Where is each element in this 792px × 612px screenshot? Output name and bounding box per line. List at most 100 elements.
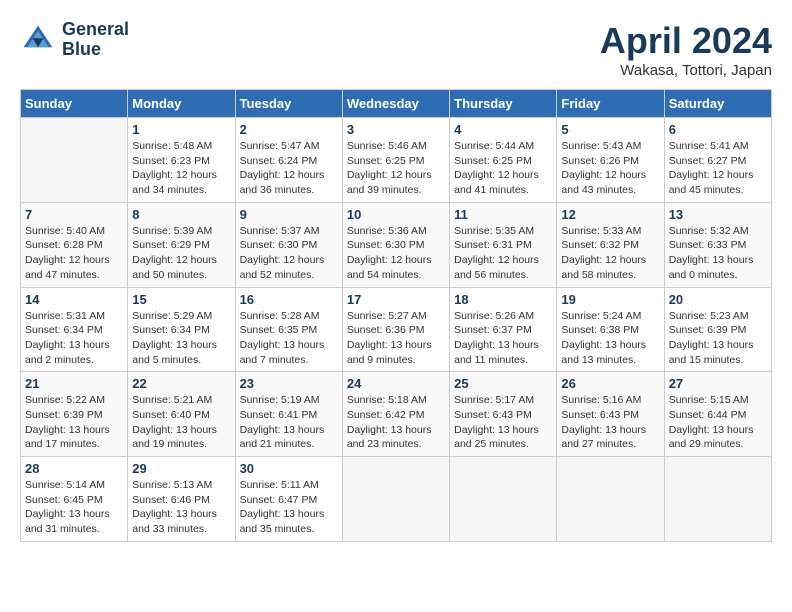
day-info: Sunrise: 5:33 AMSunset: 6:32 PMDaylight:… — [561, 224, 659, 283]
header: General Blue April 2024 Wakasa, Tottori,… — [20, 20, 772, 79]
day-info: Sunrise: 5:18 AMSunset: 6:42 PMDaylight:… — [347, 393, 445, 452]
day-info: Sunrise: 5:31 AMSunset: 6:34 PMDaylight:… — [25, 309, 123, 368]
day-number: 5 — [561, 122, 659, 137]
day-info: Sunrise: 5:41 AMSunset: 6:27 PMDaylight:… — [669, 139, 767, 198]
day-number: 9 — [240, 207, 338, 222]
calendar-cell: 16 Sunrise: 5:28 AMSunset: 6:35 PMDayligh… — [235, 287, 342, 372]
calendar-week-row: 7 Sunrise: 5:40 AMSunset: 6:28 PMDaylight… — [21, 202, 772, 287]
weekday-header: Thursday — [450, 90, 557, 118]
day-info: Sunrise: 5:40 AMSunset: 6:28 PMDaylight:… — [25, 224, 123, 283]
logo-line2: Blue — [62, 40, 129, 60]
calendar-week-row: 21Sunrise: 5:22 AMSunset: 6:39 PMDayligh… — [21, 372, 772, 457]
calendar-cell: 13Sunrise: 5:32 AMSunset: 6:33 PMDayligh… — [664, 202, 771, 287]
day-number: 7 — [25, 207, 123, 222]
calendar-cell: 23 Sunrise: 5:19 AMSunset: 6:41 PMDayligh… — [235, 372, 342, 457]
day-number: 18 — [454, 292, 552, 307]
weekday-header: Friday — [557, 90, 664, 118]
day-number: 17 — [347, 292, 445, 307]
calendar-cell: 6 Sunrise: 5:41 AMSunset: 6:27 PMDaylight… — [664, 118, 771, 203]
day-number: 27 — [669, 376, 767, 391]
calendar-cell: 4 Sunrise: 5:44 AMSunset: 6:25 PMDaylight… — [450, 118, 557, 203]
day-number: 11 — [454, 207, 552, 222]
day-info: Sunrise: 5:43 AMSunset: 6:26 PMDaylight:… — [561, 139, 659, 198]
calendar-week-row: 14 Sunrise: 5:31 AMSunset: 6:34 PMDayligh… — [21, 287, 772, 372]
day-number: 2 — [240, 122, 338, 137]
day-number: 29 — [132, 461, 230, 476]
day-info: Sunrise: 5:48 AMSunset: 6:23 PMDaylight:… — [132, 139, 230, 198]
calendar-cell — [450, 457, 557, 542]
day-info: Sunrise: 5:39 AMSunset: 6:29 PMDaylight:… — [132, 224, 230, 283]
day-number: 19 — [561, 292, 659, 307]
logo-line1: General — [62, 20, 129, 40]
day-info: Sunrise: 5:21 AMSunset: 6:40 PMDaylight:… — [132, 393, 230, 452]
day-number: 14 — [25, 292, 123, 307]
day-number: 16 — [240, 292, 338, 307]
day-info: Sunrise: 5:36 AMSunset: 6:30 PMDaylight:… — [347, 224, 445, 283]
day-number: 30 — [240, 461, 338, 476]
calendar-week-row: 1Sunrise: 5:48 AMSunset: 6:23 PMDaylight… — [21, 118, 772, 203]
day-info: Sunrise: 5:27 AMSunset: 6:36 PMDaylight:… — [347, 309, 445, 368]
day-info: Sunrise: 5:16 AMSunset: 6:43 PMDaylight:… — [561, 393, 659, 452]
day-number: 23 — [240, 376, 338, 391]
day-info: Sunrise: 5:14 AMSunset: 6:45 PMDaylight:… — [25, 478, 123, 537]
day-info: Sunrise: 5:32 AMSunset: 6:33 PMDaylight:… — [669, 224, 767, 283]
weekday-header: Sunday — [21, 90, 128, 118]
day-info: Sunrise: 5:44 AMSunset: 6:25 PMDaylight:… — [454, 139, 552, 198]
month-title: April 2024 — [600, 20, 772, 62]
day-info: Sunrise: 5:17 AMSunset: 6:43 PMDaylight:… — [454, 393, 552, 452]
day-number: 8 — [132, 207, 230, 222]
day-info: Sunrise: 5:15 AMSunset: 6:44 PMDaylight:… — [669, 393, 767, 452]
calendar-cell — [342, 457, 449, 542]
calendar-cell: 28 Sunrise: 5:14 AMSunset: 6:45 PMDayligh… — [21, 457, 128, 542]
weekday-header-row: SundayMondayTuesdayWednesdayThursdayFrid… — [21, 90, 772, 118]
day-number: 24 — [347, 376, 445, 391]
day-number: 25 — [454, 376, 552, 391]
day-number: 22 — [132, 376, 230, 391]
day-number: 15 — [132, 292, 230, 307]
day-info: Sunrise: 5:24 AMSunset: 6:38 PMDaylight:… — [561, 309, 659, 368]
day-info: Sunrise: 5:37 AMSunset: 6:30 PMDaylight:… — [240, 224, 338, 283]
day-info: Sunrise: 5:13 AMSunset: 6:46 PMDaylight:… — [132, 478, 230, 537]
weekday-header: Saturday — [664, 90, 771, 118]
day-info: Sunrise: 5:26 AMSunset: 6:37 PMDaylight:… — [454, 309, 552, 368]
calendar-cell: 9 Sunrise: 5:37 AMSunset: 6:30 PMDaylight… — [235, 202, 342, 287]
calendar-cell: 22 Sunrise: 5:21 AMSunset: 6:40 PMDayligh… — [128, 372, 235, 457]
calendar-table: SundayMondayTuesdayWednesdayThursdayFrid… — [20, 89, 772, 542]
calendar-cell: 10Sunrise: 5:36 AMSunset: 6:30 PMDayligh… — [342, 202, 449, 287]
calendar-cell: 25 Sunrise: 5:17 AMSunset: 6:43 PMDayligh… — [450, 372, 557, 457]
day-info: Sunrise: 5:19 AMSunset: 6:41 PMDaylight:… — [240, 393, 338, 452]
location: Wakasa, Tottori, Japan — [600, 62, 772, 79]
calendar-cell: 30 Sunrise: 5:11 AMSunset: 6:47 PMDayligh… — [235, 457, 342, 542]
day-info: Sunrise: 5:35 AMSunset: 6:31 PMDaylight:… — [454, 224, 552, 283]
logo: General Blue — [20, 20, 129, 60]
day-info: Sunrise: 5:29 AMSunset: 6:34 PMDaylight:… — [132, 309, 230, 368]
logo-icon — [20, 22, 56, 58]
calendar-cell: 15 Sunrise: 5:29 AMSunset: 6:34 PMDayligh… — [128, 287, 235, 372]
calendar-cell: 21Sunrise: 5:22 AMSunset: 6:39 PMDayligh… — [21, 372, 128, 457]
calendar-cell: 2 Sunrise: 5:47 AMSunset: 6:24 PMDaylight… — [235, 118, 342, 203]
day-info: Sunrise: 5:11 AMSunset: 6:47 PMDaylight:… — [240, 478, 338, 537]
calendar-cell: 19 Sunrise: 5:24 AMSunset: 6:38 PMDayligh… — [557, 287, 664, 372]
calendar-cell: 11 Sunrise: 5:35 AMSunset: 6:31 PMDayligh… — [450, 202, 557, 287]
day-number: 12 — [561, 207, 659, 222]
calendar-cell: 14 Sunrise: 5:31 AMSunset: 6:34 PMDayligh… — [21, 287, 128, 372]
day-info: Sunrise: 5:28 AMSunset: 6:35 PMDaylight:… — [240, 309, 338, 368]
day-number: 21 — [25, 376, 123, 391]
day-number: 3 — [347, 122, 445, 137]
day-info: Sunrise: 5:23 AMSunset: 6:39 PMDaylight:… — [669, 309, 767, 368]
calendar-cell: 18 Sunrise: 5:26 AMSunset: 6:37 PMDayligh… — [450, 287, 557, 372]
day-number: 4 — [454, 122, 552, 137]
day-info: Sunrise: 5:47 AMSunset: 6:24 PMDaylight:… — [240, 139, 338, 198]
calendar-cell — [557, 457, 664, 542]
calendar-cell: 7 Sunrise: 5:40 AMSunset: 6:28 PMDaylight… — [21, 202, 128, 287]
calendar-cell: 24 Sunrise: 5:18 AMSunset: 6:42 PMDayligh… — [342, 372, 449, 457]
calendar-cell: 12 Sunrise: 5:33 AMSunset: 6:32 PMDayligh… — [557, 202, 664, 287]
calendar-cell: 3Sunrise: 5:46 AMSunset: 6:25 PMDaylight… — [342, 118, 449, 203]
calendar-cell: 27 Sunrise: 5:15 AMSunset: 6:44 PMDayligh… — [664, 372, 771, 457]
calendar-week-row: 28 Sunrise: 5:14 AMSunset: 6:45 PMDayligh… — [21, 457, 772, 542]
day-number: 28 — [25, 461, 123, 476]
day-number: 20 — [669, 292, 767, 307]
day-number: 6 — [669, 122, 767, 137]
title-area: April 2024 Wakasa, Tottori, Japan — [600, 20, 772, 79]
calendar-cell: 20 Sunrise: 5:23 AMSunset: 6:39 PMDayligh… — [664, 287, 771, 372]
